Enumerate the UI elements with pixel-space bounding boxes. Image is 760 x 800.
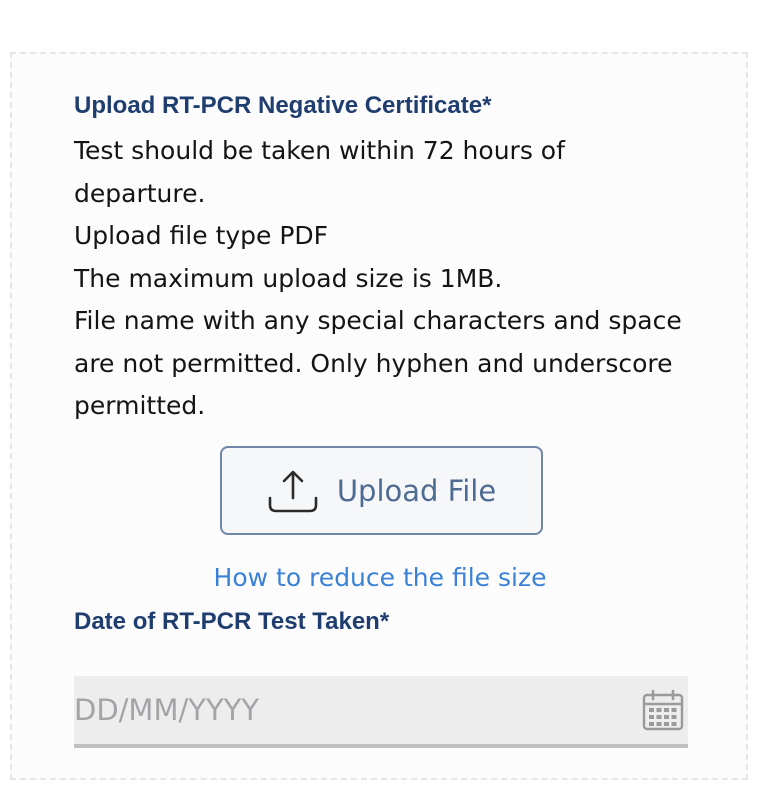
test-date-field (74, 676, 688, 748)
reduce-file-size-link[interactable]: How to reduce the file size (12, 562, 748, 594)
rtpcr-upload-card: Upload RT-PCR Negative Certificate* Test… (10, 52, 748, 780)
instruction-max-size: The maximum upload size is 1MB. (74, 263, 503, 293)
instruction-file-type: Upload file type PDF (74, 221, 329, 250)
instruction-file-name: File name with any special characters an… (74, 306, 682, 420)
upload-file-label: Upload File (336, 473, 497, 508)
upload-certificate-title: Upload RT-PCR Negative Certificate* (74, 92, 492, 119)
upload-file-button[interactable]: Upload File (220, 446, 543, 535)
upload-instructions: Test should be taken within 72 hours of … (74, 130, 694, 428)
test-date-input[interactable] (74, 676, 624, 744)
test-date-title: Date of RT-PCR Test Taken* (74, 608, 390, 635)
upload-icon (268, 470, 318, 512)
instruction-test-window: Test should be taken within 72 hours of … (74, 136, 565, 208)
calendar-icon[interactable] (642, 689, 684, 731)
